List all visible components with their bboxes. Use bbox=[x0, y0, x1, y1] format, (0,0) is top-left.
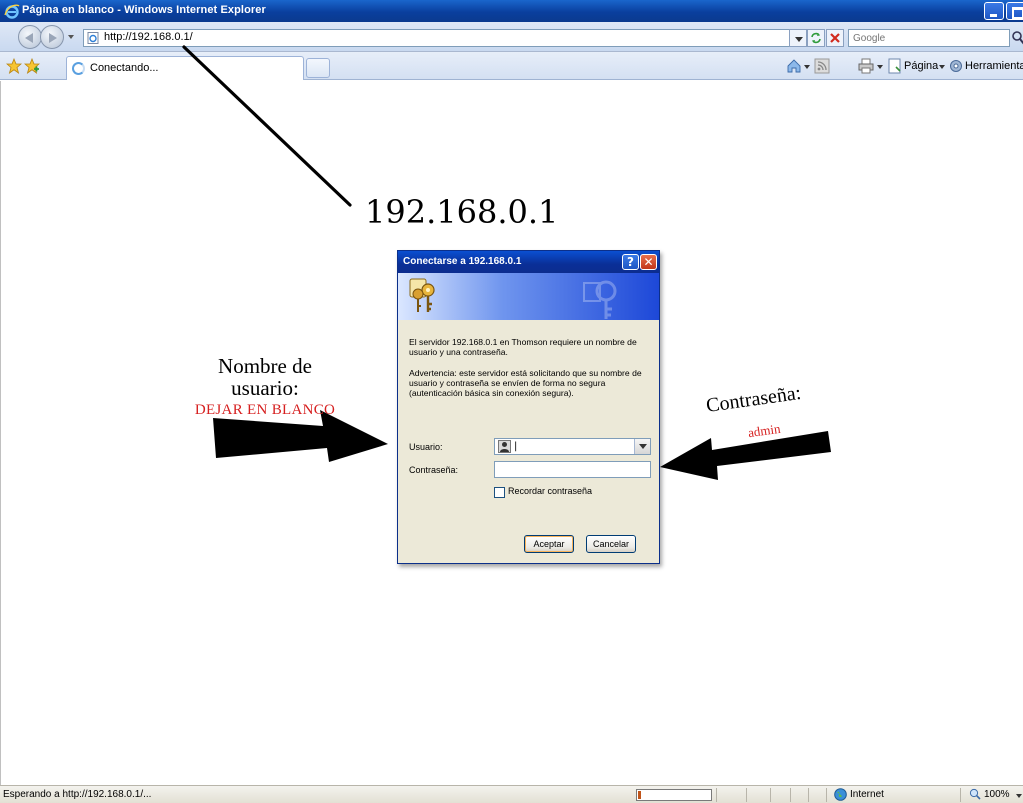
dialog-warning: Advertencia: este servidor está solicita… bbox=[409, 368, 642, 398]
login-dialog: Conectarse a 192.168.0.1 ? ✕ El servidor… bbox=[397, 250, 660, 564]
status-separator bbox=[746, 788, 747, 802]
zoom-level[interactable]: 100% bbox=[984, 789, 1010, 800]
tab-connecting[interactable]: Conectando... bbox=[66, 56, 304, 80]
recent-pages-dropdown[interactable] bbox=[68, 35, 74, 39]
dialog-title: Conectarse a 192.168.0.1 bbox=[403, 256, 522, 267]
search-input[interactable] bbox=[849, 30, 999, 46]
status-text: Esperando a http://192.168.0.1/... bbox=[3, 789, 152, 800]
status-separator bbox=[960, 788, 961, 802]
remember-password-label[interactable]: Recordar contraseña bbox=[508, 486, 592, 496]
user-icon bbox=[498, 440, 511, 453]
address-field[interactable]: http://192.168.0.1/ bbox=[83, 29, 805, 47]
internet-explorer-icon bbox=[4, 4, 20, 19]
window-title: Página en blanco - Windows Internet Expl… bbox=[22, 4, 266, 16]
minimize-button[interactable] bbox=[984, 2, 1004, 20]
username-label: Usuario: bbox=[409, 442, 443, 452]
maximize-button[interactable] bbox=[1006, 2, 1023, 20]
zoom-icon[interactable] bbox=[969, 788, 981, 800]
keys-watermark-icon bbox=[583, 280, 617, 319]
status-separator bbox=[790, 788, 791, 802]
refresh-button[interactable] bbox=[807, 29, 825, 47]
print-dropdown-caret[interactable] bbox=[877, 65, 883, 69]
dialog-banner bbox=[398, 273, 659, 320]
username-instruction: DEJAR EN BLANCO bbox=[194, 402, 336, 418]
address-toolbar: http://192.168.0.1/ bbox=[0, 22, 1023, 52]
ie-window: Página en blanco - Windows Internet Expl… bbox=[0, 0, 1023, 803]
password-field[interactable] bbox=[494, 461, 651, 478]
security-zone-label: Internet bbox=[850, 789, 884, 800]
password-label: Contraseña: bbox=[409, 465, 459, 475]
username-annotation-line2: usuario: bbox=[231, 376, 299, 400]
add-favorites-icon[interactable] bbox=[24, 58, 40, 74]
stop-button[interactable] bbox=[826, 29, 844, 47]
username-dropdown-button[interactable] bbox=[634, 439, 650, 454]
print-icon[interactable] bbox=[858, 58, 874, 74]
loading-progress-bar bbox=[636, 789, 712, 801]
tab-bar: Conectando... Página Herramientas bbox=[0, 52, 1023, 80]
search-field[interactable] bbox=[848, 29, 1010, 47]
cancel-button[interactable]: Cancelar bbox=[586, 535, 636, 553]
page-menu[interactable]: Página bbox=[904, 58, 938, 74]
password-input[interactable] bbox=[495, 462, 645, 477]
progress-fill bbox=[638, 791, 641, 799]
zoom-dropdown-caret[interactable] bbox=[1016, 794, 1022, 798]
username-value: | bbox=[514, 441, 518, 452]
status-separator bbox=[808, 788, 809, 802]
status-bar: Esperando a http://192.168.0.1/... Inter… bbox=[0, 785, 1023, 803]
title-bar: Página en blanco - Windows Internet Expl… bbox=[0, 0, 1023, 22]
dialog-title-bar: Conectarse a 192.168.0.1 ? ✕ bbox=[398, 251, 659, 273]
feeds-icon[interactable] bbox=[814, 58, 830, 74]
page-menu-icon[interactable] bbox=[887, 58, 903, 74]
close-button[interactable]: ✕ bbox=[640, 254, 657, 270]
username-annotation-line1: Nombre de bbox=[218, 354, 312, 378]
back-button[interactable] bbox=[18, 25, 42, 49]
stop-icon bbox=[830, 33, 840, 43]
status-separator bbox=[770, 788, 771, 802]
home-icon[interactable] bbox=[786, 58, 802, 74]
loading-spinner-icon bbox=[72, 62, 85, 75]
refresh-icon bbox=[811, 32, 821, 44]
status-separator bbox=[716, 788, 717, 802]
remember-password-checkbox[interactable] bbox=[494, 487, 505, 498]
dialog-message: El servidor 192.168.0.1 en Thomson requi… bbox=[409, 337, 637, 357]
url-text: http://192.168.0.1/ bbox=[104, 31, 193, 43]
accept-button[interactable]: Aceptar bbox=[524, 535, 574, 553]
help-button[interactable]: ? bbox=[622, 254, 639, 270]
internet-zone-globe-icon bbox=[834, 788, 847, 801]
tools-gear-icon[interactable] bbox=[948, 58, 964, 74]
page-menu-caret[interactable] bbox=[939, 65, 945, 69]
address-dropdown-button[interactable] bbox=[789, 29, 807, 47]
keys-icon bbox=[409, 278, 435, 312]
page-icon bbox=[87, 32, 99, 44]
status-separator bbox=[826, 788, 827, 802]
content-left-border bbox=[0, 81, 1, 785]
ip-annotation: 192.168.0.1 bbox=[365, 193, 559, 231]
tools-menu[interactable]: Herramientas bbox=[965, 58, 1023, 74]
home-dropdown-caret[interactable] bbox=[804, 65, 810, 69]
tab-label: Conectando... bbox=[90, 62, 159, 74]
username-annotation: Nombre de usuario: DEJAR EN BLANCO bbox=[165, 355, 365, 421]
favorites-star-icon[interactable] bbox=[6, 58, 22, 74]
search-icon[interactable] bbox=[1011, 29, 1023, 47]
forward-button[interactable] bbox=[40, 25, 64, 49]
new-tab-button[interactable] bbox=[306, 58, 330, 78]
username-combobox[interactable]: | bbox=[494, 438, 651, 455]
